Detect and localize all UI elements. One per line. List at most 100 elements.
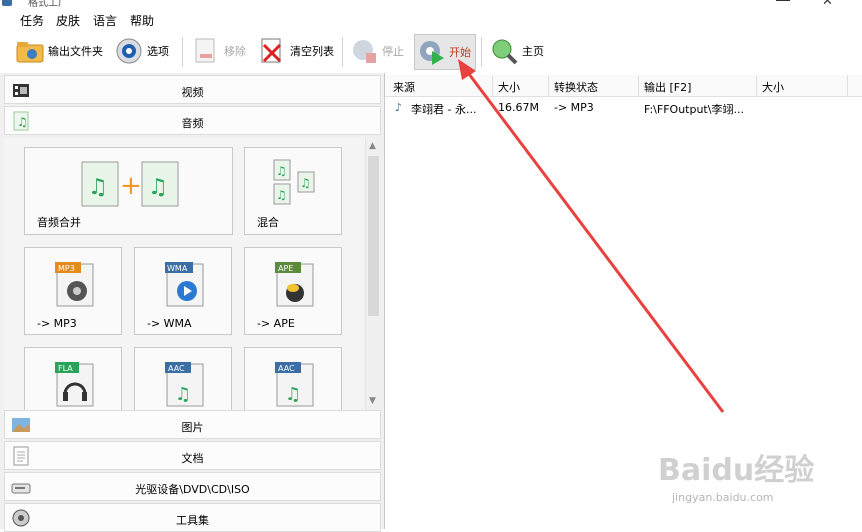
row-size: 16.67M	[498, 101, 539, 114]
col-output[interactable]: 输出 [F2]	[644, 79, 691, 95]
category-tools[interactable]: 工具集	[4, 503, 381, 532]
clear-list-icon	[258, 37, 286, 65]
tile-audio-mix[interactable]: ♫ ♫ ♫ 混合	[244, 147, 342, 235]
category-audio[interactable]: ♫ 音频	[4, 106, 381, 135]
svg-text:♫: ♫	[175, 384, 191, 405]
audio-merge-icon: ♫ + ♫	[80, 160, 180, 210]
category-optical-label: 光驱设备\DVD\CD\ISO	[135, 483, 250, 496]
stop-icon	[350, 37, 378, 65]
column-divider[interactable]	[847, 75, 848, 96]
col-source[interactable]: 来源	[393, 79, 415, 95]
col-size[interactable]: 大小	[498, 79, 520, 95]
tile-label: -> WMA	[147, 317, 192, 330]
col-status[interactable]: 转换状态	[554, 79, 598, 95]
row-output: F:\FFOutput\李翊...	[644, 103, 744, 116]
row-source: 李翊君 - 永...	[411, 103, 477, 116]
aac-icon: AAC ♫	[165, 360, 205, 408]
category-panel: 视频 ♫ 音频 ♫ + ♫ 音频合并 ♫ ♫ ♫ 混合 MP3 -> MP3 W…	[0, 73, 385, 532]
audio-file-icon: ♪	[395, 101, 403, 114]
menu-skin[interactable]: 皮肤	[56, 12, 80, 29]
aac-badge: AAC	[168, 364, 185, 373]
menu-language[interactable]: 语言	[93, 12, 117, 29]
remove-button[interactable]: 移除	[192, 34, 246, 68]
tile-label: 音频合并	[37, 216, 81, 229]
ape-icon: APE	[275, 260, 315, 308]
tile-to-aac[interactable]: AAC ♫	[134, 347, 232, 410]
list-header: 来源 大小 转换状态 输出 [F2] 大小	[385, 75, 862, 97]
output-folder-button[interactable]: 输出文件夹	[16, 34, 103, 68]
scroll-down-arrow-icon[interactable]: ▼	[369, 396, 376, 406]
folder-icon	[16, 37, 44, 65]
mp3-icon: MP3	[55, 260, 95, 308]
start-icon	[417, 38, 445, 66]
watermark-brand: Baidu经验	[658, 453, 815, 488]
title-bar: 格式工厂 ✕	[0, 0, 862, 9]
category-tools-label: 工具集	[176, 514, 209, 527]
svg-text:♫: ♫	[285, 384, 301, 405]
col-output-size[interactable]: 大小	[762, 79, 784, 95]
toolbar: 输出文件夹 选项 移除 清空列表 停止 开始 主页	[0, 31, 862, 73]
category-document-label: 文档	[181, 452, 204, 465]
svg-text:♫: ♫	[300, 176, 311, 190]
column-divider[interactable]	[756, 75, 757, 96]
home-label: 主页	[522, 45, 544, 58]
flac-badge: FLA	[58, 364, 73, 373]
scroll-thumb[interactable]	[368, 156, 379, 316]
aac-icon: AAC ♫	[275, 360, 315, 408]
scroll-up-arrow-icon[interactable]: ▲	[369, 141, 376, 151]
app-icon	[2, 0, 12, 6]
column-divider[interactable]	[638, 75, 639, 96]
svg-text:♫: ♫	[276, 164, 287, 178]
svg-text:♫: ♫	[148, 175, 168, 200]
row-status: -> MP3	[554, 101, 594, 114]
tile-to-mp3[interactable]: MP3 -> MP3	[24, 247, 122, 335]
minimize-button[interactable]	[776, 0, 790, 1]
svg-text:+: +	[120, 171, 142, 201]
options-button[interactable]: 选项	[115, 34, 169, 68]
ape-badge: APE	[278, 264, 293, 273]
svg-text:♫: ♫	[276, 188, 287, 202]
tile-label: -> APE	[257, 317, 295, 330]
start-button[interactable]: 开始	[414, 34, 476, 70]
stop-button[interactable]: 停止	[350, 34, 404, 68]
menu-help[interactable]: 帮助	[130, 12, 154, 29]
tile-to-wma[interactable]: WMA -> WMA	[134, 247, 232, 335]
audio-mix-icon: ♫ ♫ ♫	[272, 158, 316, 208]
column-divider[interactable]	[548, 75, 549, 96]
watermark-url: jingyan.baidu.com	[672, 491, 774, 504]
mp3-badge: MP3	[58, 264, 75, 273]
column-divider[interactable]	[492, 75, 493, 96]
start-label: 开始	[449, 46, 471, 59]
wma-icon: WMA	[165, 260, 205, 308]
menu-bar: 任务 皮肤 语言 帮助	[0, 8, 862, 31]
remove-doc-icon	[192, 37, 220, 65]
category-video[interactable]: 视频	[4, 75, 381, 104]
tiles-scrollbar[interactable]: ▲ ▼	[365, 138, 382, 410]
options-label: 选项	[147, 45, 169, 58]
menu-task[interactable]: 任务	[20, 12, 44, 29]
clear-list-button[interactable]: 清空列表	[258, 34, 334, 68]
toolbar-separator	[182, 37, 183, 67]
tile-to-ape[interactable]: APE -> APE	[244, 247, 342, 335]
wma-badge: WMA	[167, 264, 188, 273]
flac-icon: FLA	[55, 360, 95, 408]
category-document[interactable]: 文档	[4, 441, 381, 470]
gear-icon	[115, 37, 143, 65]
tile-to-aac-2[interactable]: AAC ♫	[244, 347, 342, 410]
tile-label: -> MP3	[37, 317, 77, 330]
category-image-label: 图片	[181, 421, 204, 434]
category-optical[interactable]: 光驱设备\DVD\CD\ISO	[4, 472, 381, 501]
category-video-label: 视频	[181, 86, 204, 99]
category-audio-label: 音频	[181, 117, 204, 130]
output-folder-label: 输出文件夹	[48, 45, 103, 58]
tile-label: 混合	[257, 216, 279, 229]
category-image[interactable]: 图片	[4, 410, 381, 439]
audio-tools-grid: ♫ + ♫ 音频合并 ♫ ♫ ♫ 混合 MP3 -> MP3 WMA -> WMA AP…	[4, 138, 365, 410]
globe-search-icon	[490, 37, 518, 65]
toolbar-separator	[342, 37, 343, 67]
home-button[interactable]: 主页	[490, 34, 544, 68]
clear-list-label: 清空列表	[290, 45, 334, 58]
tile-to-flac[interactable]: FLA	[24, 347, 122, 410]
remove-label: 移除	[224, 45, 246, 58]
tile-audio-merge[interactable]: ♫ + ♫ 音频合并	[24, 147, 233, 235]
